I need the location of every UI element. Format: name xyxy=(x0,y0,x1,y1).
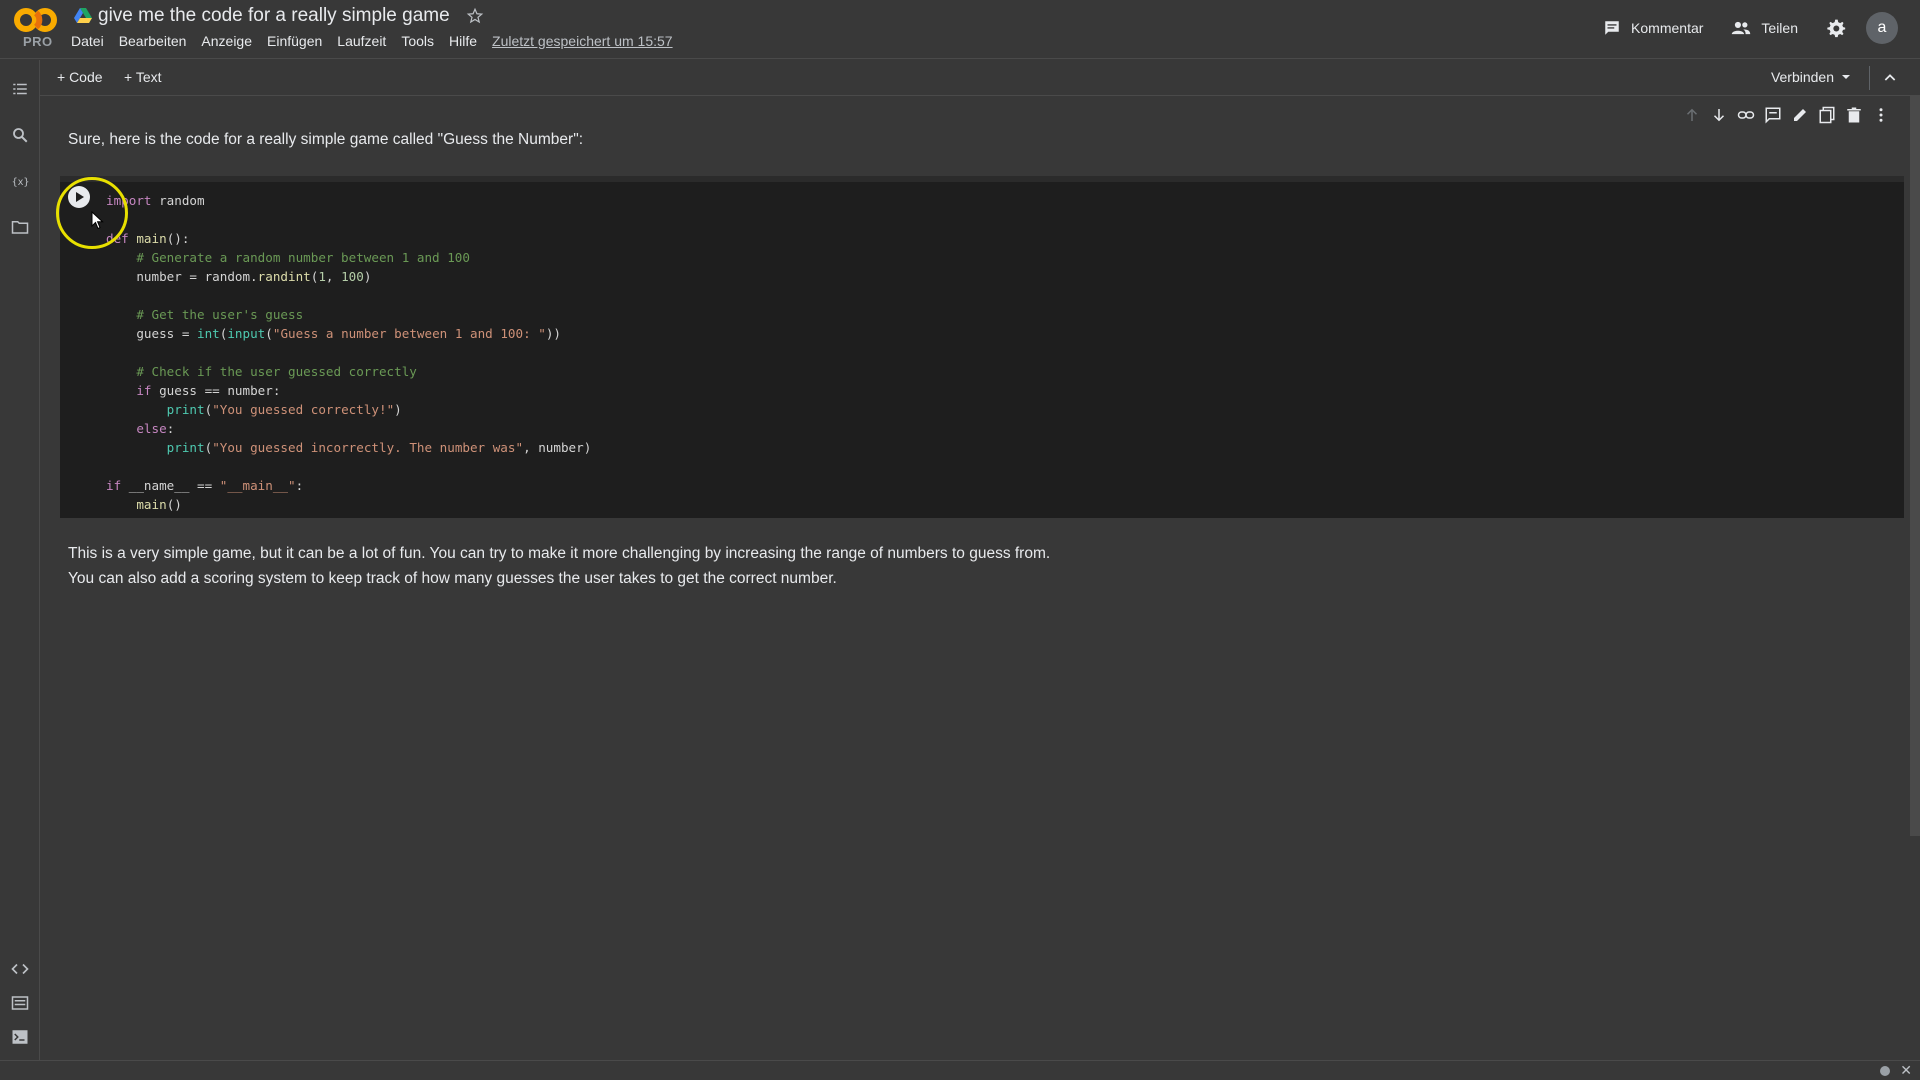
code-line: if __name__ == "__main__": xyxy=(106,478,304,493)
colab-logo-icon xyxy=(14,8,57,32)
connect-label: Verbinden xyxy=(1770,69,1834,85)
gear-icon[interactable] xyxy=(1826,18,1846,38)
code-cell[interactable]: import random def main(): # Generate a r… xyxy=(60,176,1904,518)
header: PRO give me the code for a really simple… xyxy=(0,0,1920,59)
menu-datei[interactable]: Datei xyxy=(71,33,104,49)
outro-line-2: You can also add a scoring system to kee… xyxy=(68,570,837,587)
menu-laufzeit[interactable]: Laufzeit xyxy=(337,33,386,49)
status-indicator xyxy=(1880,1066,1890,1076)
search-icon[interactable] xyxy=(11,126,29,144)
close-icon[interactable]: ✕ xyxy=(1900,1062,1912,1079)
code-line: # Check if the user guessed correctly xyxy=(136,364,417,379)
delete-icon[interactable] xyxy=(1845,106,1863,124)
mouse-cursor-icon xyxy=(91,211,104,230)
share-label: Teilen xyxy=(1761,20,1798,36)
menu-bar: Datei Bearbeiten Anzeige Einfügen Laufze… xyxy=(71,33,673,49)
menu-hilfe[interactable]: Hilfe xyxy=(449,33,477,49)
code-line: print("You guessed correctly!") xyxy=(166,402,402,417)
folder-icon[interactable] xyxy=(11,218,29,236)
move-up-icon[interactable] xyxy=(1683,106,1701,124)
code-editor[interactable]: import random def main(): # Generate a r… xyxy=(106,191,591,514)
colab-logo[interactable]: PRO xyxy=(14,6,58,50)
toolbar-divider xyxy=(1869,66,1870,90)
scrollbar[interactable] xyxy=(1910,96,1920,836)
code-line: main() xyxy=(136,497,182,512)
code-line: print("You guessed incorrectly. The numb… xyxy=(166,440,592,455)
toc-icon[interactable] xyxy=(11,80,29,98)
code-line: guess = int(input("Guess a number betwee… xyxy=(106,326,561,341)
code-line: number = random.randint(1, 100) xyxy=(106,269,372,284)
edit-icon[interactable] xyxy=(1791,106,1809,124)
link-icon[interactable] xyxy=(1737,106,1755,124)
svg-text:{x}: {x} xyxy=(12,177,29,188)
comment-label: Kommentar xyxy=(1631,20,1704,36)
drive-icon[interactable] xyxy=(74,8,92,24)
people-icon xyxy=(1732,21,1751,35)
status-bar: ✕ xyxy=(0,1060,1920,1080)
notebook-title[interactable]: give me the code for a really simple gam… xyxy=(98,5,450,27)
code-line: # Get the user's guess xyxy=(136,307,304,322)
variables-icon[interactable]: {x} xyxy=(11,172,29,190)
comment-icon xyxy=(1605,21,1619,35)
menu-tools[interactable]: Tools xyxy=(401,33,434,49)
pro-badge: PRO xyxy=(23,34,53,49)
last-saved-link[interactable]: Zuletzt gespeichert um 15:57 xyxy=(492,33,673,49)
menu-bearbeiten[interactable]: Bearbeiten xyxy=(119,33,187,49)
command-palette-icon[interactable] xyxy=(11,994,29,1012)
outro-text-cell[interactable]: This is a very simple game, but it can b… xyxy=(68,541,1568,591)
code-line: else: xyxy=(136,421,175,436)
connect-button[interactable]: Verbinden xyxy=(1771,69,1854,85)
move-down-icon[interactable] xyxy=(1710,106,1728,124)
add-code-button[interactable]: + Code xyxy=(57,69,103,85)
menu-anzeige[interactable]: Anzeige xyxy=(201,33,252,49)
left-rail: {x} xyxy=(0,60,40,1060)
star-icon[interactable] xyxy=(466,7,484,25)
avatar[interactable]: a xyxy=(1866,12,1898,44)
comment-icon[interactable] xyxy=(1764,106,1782,124)
notebook-toolbar: + Code + Text Verbinden xyxy=(40,60,1920,96)
chevron-up-icon[interactable] xyxy=(1882,70,1898,86)
code-line: # Generate a random number between 1 and… xyxy=(136,250,470,265)
comment-button[interactable]: Kommentar xyxy=(1603,19,1703,37)
more-icon[interactable] xyxy=(1872,106,1890,124)
dropdown-icon xyxy=(1842,75,1850,79)
code-snippets-icon[interactable] xyxy=(11,960,29,978)
outro-line-1: This is a very simple game, but it can b… xyxy=(68,545,1051,562)
mirror-cell-icon[interactable] xyxy=(1818,106,1836,124)
terminal-icon[interactable] xyxy=(11,1028,29,1046)
add-text-button[interactable]: + Text xyxy=(124,69,162,85)
menu-einfuegen[interactable]: Einfügen xyxy=(267,33,322,49)
share-button[interactable]: Teilen xyxy=(1731,19,1798,37)
cell-toolbar xyxy=(1683,106,1890,124)
code-line: if guess == number: xyxy=(136,383,281,398)
intro-text-cell[interactable]: Sure, here is the code for a really simp… xyxy=(68,131,583,149)
